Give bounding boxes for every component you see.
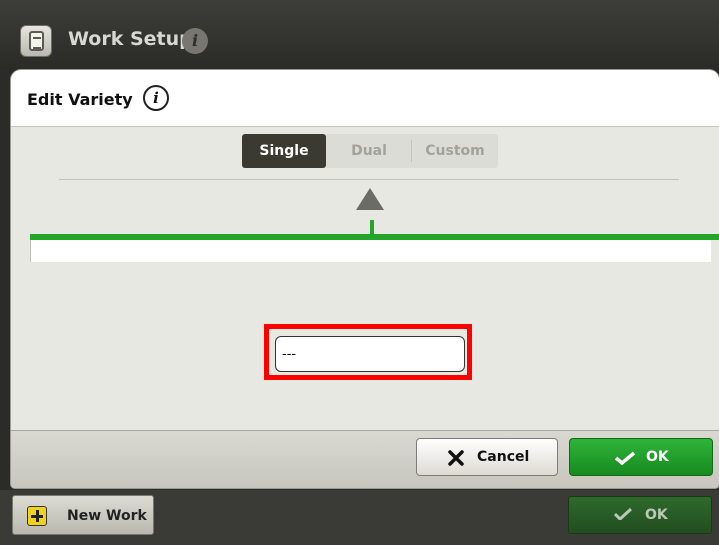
new-work-button[interactable]: New Work: [12, 495, 154, 535]
arrow-up-icon: [356, 188, 384, 210]
plus-icon: [27, 506, 47, 526]
tab-dual[interactable]: Dual: [328, 134, 410, 168]
background-ok-label: OK: [645, 507, 668, 523]
mode-segmented-control: Single Dual Custom: [242, 134, 498, 168]
app-header: Work Setup i: [0, 0, 719, 70]
cancel-button[interactable]: Cancel: [416, 438, 558, 476]
cancel-label: Cancel: [477, 449, 530, 465]
ok-button[interactable]: OK: [569, 438, 713, 476]
work-setup-app-icon[interactable]: [20, 25, 52, 57]
checkmark-icon: [614, 451, 636, 465]
new-work-label: New Work: [67, 508, 147, 524]
center-marker: [370, 220, 374, 234]
edit-variety-dialog: Edit Variety i Single Dual Custom Cancel…: [11, 70, 719, 488]
close-x-icon: [448, 450, 464, 466]
checkmark-icon: [613, 508, 633, 520]
dialog-header: Edit Variety i: [11, 70, 719, 127]
info-icon[interactable]: i: [182, 28, 208, 54]
dialog-title: Edit Variety: [27, 90, 133, 109]
background-ok-button[interactable]: OK: [568, 496, 712, 534]
ok-label: OK: [646, 449, 669, 465]
tab-custom[interactable]: Custom: [412, 134, 498, 168]
variety-input[interactable]: [275, 336, 465, 372]
tab-single[interactable]: Single: [242, 134, 326, 168]
divider: [59, 179, 679, 180]
section-strip: [30, 240, 711, 262]
app-title: Work Setup: [68, 28, 193, 50]
info-icon[interactable]: i: [143, 85, 169, 111]
